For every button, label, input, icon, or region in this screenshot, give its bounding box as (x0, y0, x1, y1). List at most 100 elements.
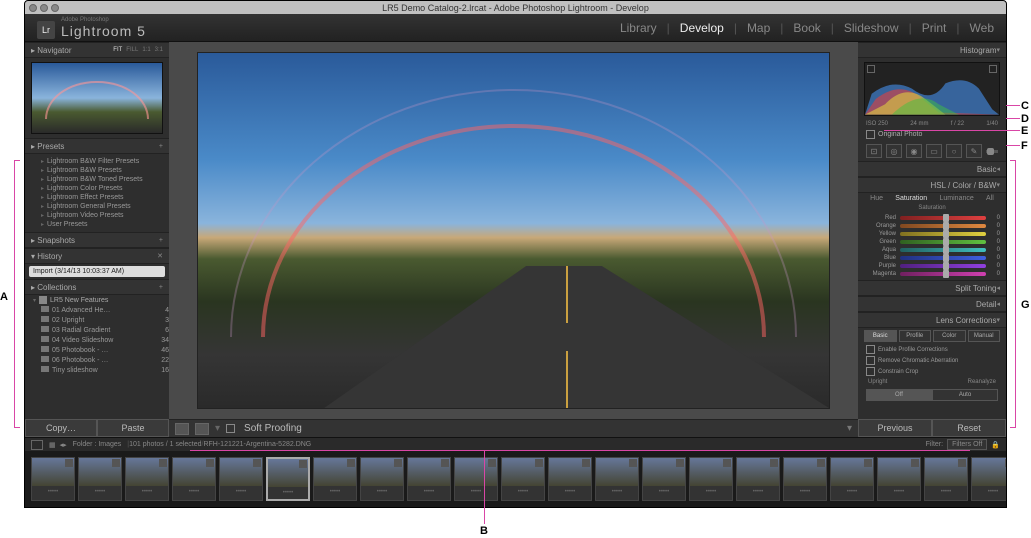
navigator-preview[interactable] (31, 62, 163, 134)
preset-folder[interactable]: Lightroom B&W Toned Presets (31, 175, 163, 184)
collection-item[interactable]: 04 Video Slideshow34 (25, 335, 169, 345)
filmstrip[interactable]: ••••••••••••••••••••••••••••••••••••••••… (25, 451, 1006, 507)
saturation-slider-blue[interactable]: Blue0 (864, 254, 1000, 262)
nav-zoom-1:1[interactable]: 1:1 (142, 47, 150, 53)
preset-folder[interactable]: Lightroom General Presets (31, 202, 163, 211)
toolbar-menu-icon[interactable]: ▾ (847, 423, 852, 434)
module-develop[interactable]: Develop (680, 21, 724, 35)
redeye-tool-icon[interactable]: ◉ (906, 144, 922, 158)
filmstrip-thumb[interactable]: ••••• (783, 457, 827, 501)
preset-folder[interactable]: Lightroom Effect Presets (31, 193, 163, 202)
module-book[interactable]: Book (793, 21, 820, 35)
nav-zoom-3:1[interactable]: 3:1 (155, 47, 163, 53)
nav-zoom-fill[interactable]: FILL (126, 47, 138, 53)
basic-header[interactable]: Basic ◂ (858, 161, 1006, 177)
upright-auto-button[interactable]: Auto (932, 389, 998, 401)
crop-tool-icon[interactable]: ⊡ (866, 144, 882, 158)
snapshots-header[interactable]: ▸ Snapshots+ (25, 232, 169, 248)
filmstrip-thumb[interactable]: ••••• (689, 457, 733, 501)
preset-folder[interactable]: Lightroom Video Presets (31, 211, 163, 220)
filmstrip-thumb[interactable]: ••••• (830, 457, 874, 501)
collections-header[interactable]: ▸ Collections+ (25, 279, 169, 295)
filmstrip-thumb[interactable]: ••••• (219, 457, 263, 501)
filmstrip-thumb[interactable]: ••••• (501, 457, 545, 501)
filmstrip-thumb[interactable]: ••••• (31, 457, 75, 501)
filmstrip-thumb[interactable]: ••••• (266, 457, 310, 501)
saturation-slider-red[interactable]: Red0 (864, 214, 1000, 222)
loupe-view-icon[interactable] (175, 423, 189, 435)
preset-folder[interactable]: User Presets (31, 220, 163, 229)
nav-fwd-icon[interactable]: ▸ (63, 441, 67, 449)
soft-proofing-checkbox[interactable] (226, 424, 235, 433)
tool-size-slider[interactable] (986, 150, 998, 153)
lens-tab-basic[interactable]: Basic (864, 330, 897, 342)
saturation-slider-yellow[interactable]: Yellow0 (864, 230, 1000, 238)
hsl-tab-saturation[interactable]: Saturation (895, 195, 927, 202)
saturation-slider-green[interactable]: Green0 (864, 238, 1000, 246)
history-header[interactable]: ▾ History✕ (25, 248, 169, 264)
histogram-display[interactable] (864, 62, 1000, 116)
collection-item[interactable]: 01 Advanced He…4 (25, 305, 169, 315)
filmstrip-thumb[interactable]: ••••• (360, 457, 404, 501)
collection-set[interactable]: LR5 New Features (25, 295, 169, 305)
clip-shadows-icon[interactable] (867, 65, 875, 73)
grad-filter-icon[interactable]: ▭ (926, 144, 942, 158)
split-toning-header[interactable]: Split Toning ◂ (858, 280, 1006, 296)
lens-tab-manual[interactable]: Manual (968, 330, 1001, 342)
saturation-slider-purple[interactable]: Purple0 (864, 262, 1000, 270)
filmstrip-thumb[interactable]: ••••• (172, 457, 216, 501)
upright-off-button[interactable]: Off (866, 389, 932, 401)
lens-tab-profile[interactable]: Profile (899, 330, 932, 342)
loupe-view[interactable] (169, 42, 858, 419)
nav-zoom-fit[interactable]: FIT (113, 47, 122, 53)
grid-icon[interactable]: ▦ (49, 441, 56, 449)
collection-item[interactable]: Tiny slideshow16 (25, 365, 169, 375)
module-web[interactable]: Web (970, 21, 994, 35)
radial-filter-icon[interactable]: ○ (946, 144, 962, 158)
saturation-slider-aqua[interactable]: Aqua0 (864, 246, 1000, 254)
filmstrip-thumb[interactable]: ••••• (595, 457, 639, 501)
collection-item[interactable]: 06 Photobook - …22 (25, 355, 169, 365)
window-controls[interactable] (29, 4, 59, 12)
filmstrip-thumb[interactable]: ••••• (78, 457, 122, 501)
brush-tool-icon[interactable]: ✎ (966, 144, 982, 158)
preset-folder[interactable]: Lightroom B&W Presets (31, 166, 163, 175)
filmstrip-thumb[interactable]: ••••• (736, 457, 780, 501)
filter-lock-icon[interactable]: 🔒 (991, 441, 1000, 449)
filmstrip-thumb[interactable]: ••••• (407, 457, 451, 501)
filters-off-button[interactable]: Filters Off (947, 439, 987, 450)
hsl-tab-luminance[interactable]: Luminance (940, 195, 974, 202)
lens-check[interactable]: Enable Profile Corrections (858, 344, 1006, 355)
collection-item[interactable]: 03 Radial Gradient6 (25, 325, 169, 335)
hsl-tab-hue[interactable]: Hue (870, 195, 883, 202)
saturation-slider-orange[interactable]: Orange0 (864, 222, 1000, 230)
module-map[interactable]: Map (747, 21, 770, 35)
saturation-slider-magenta[interactable]: Magenta0 (864, 270, 1000, 278)
lens-check[interactable]: Constrain Crop (858, 366, 1006, 377)
collection-item[interactable]: 05 Photobook - …46 (25, 345, 169, 355)
filmstrip-thumb[interactable]: ••••• (642, 457, 686, 501)
filmstrip-thumb[interactable]: ••••• (877, 457, 921, 501)
second-window-icon[interactable] (31, 440, 43, 450)
previous-button[interactable]: Previous (858, 419, 932, 437)
reanalyze-button[interactable]: Reanalyze (968, 379, 996, 385)
history-step-active[interactable]: Import (3/14/13 10:03:37 AM) (29, 266, 165, 277)
histogram-header[interactable]: Histogram ▾ (858, 42, 1006, 58)
spot-tool-icon[interactable]: ◎ (886, 144, 902, 158)
filmstrip-thumb[interactable]: ••••• (313, 457, 357, 501)
filmstrip-thumb[interactable]: ••••• (924, 457, 968, 501)
module-print[interactable]: Print (922, 21, 947, 35)
filmstrip-thumb[interactable]: ••••• (548, 457, 592, 501)
lens-tab-color[interactable]: Color (933, 330, 966, 342)
original-photo-checkbox[interactable] (866, 130, 875, 139)
preset-folder[interactable]: Lightroom Color Presets (31, 184, 163, 193)
navigator-header[interactable]: ▸ Navigator FITFILL1:13:1 (25, 42, 169, 58)
filmstrip-thumb[interactable]: ••••• (454, 457, 498, 501)
clip-highlights-icon[interactable] (989, 65, 997, 73)
lens-check[interactable]: Remove Chromatic Aberration (858, 355, 1006, 366)
detail-header[interactable]: Detail ◂ (858, 296, 1006, 312)
module-slideshow[interactable]: Slideshow (844, 21, 899, 35)
filmstrip-thumb[interactable]: ••••• (971, 457, 1006, 501)
paste-button[interactable]: Paste (97, 419, 169, 437)
collection-item[interactable]: 02 Upright3 (25, 315, 169, 325)
